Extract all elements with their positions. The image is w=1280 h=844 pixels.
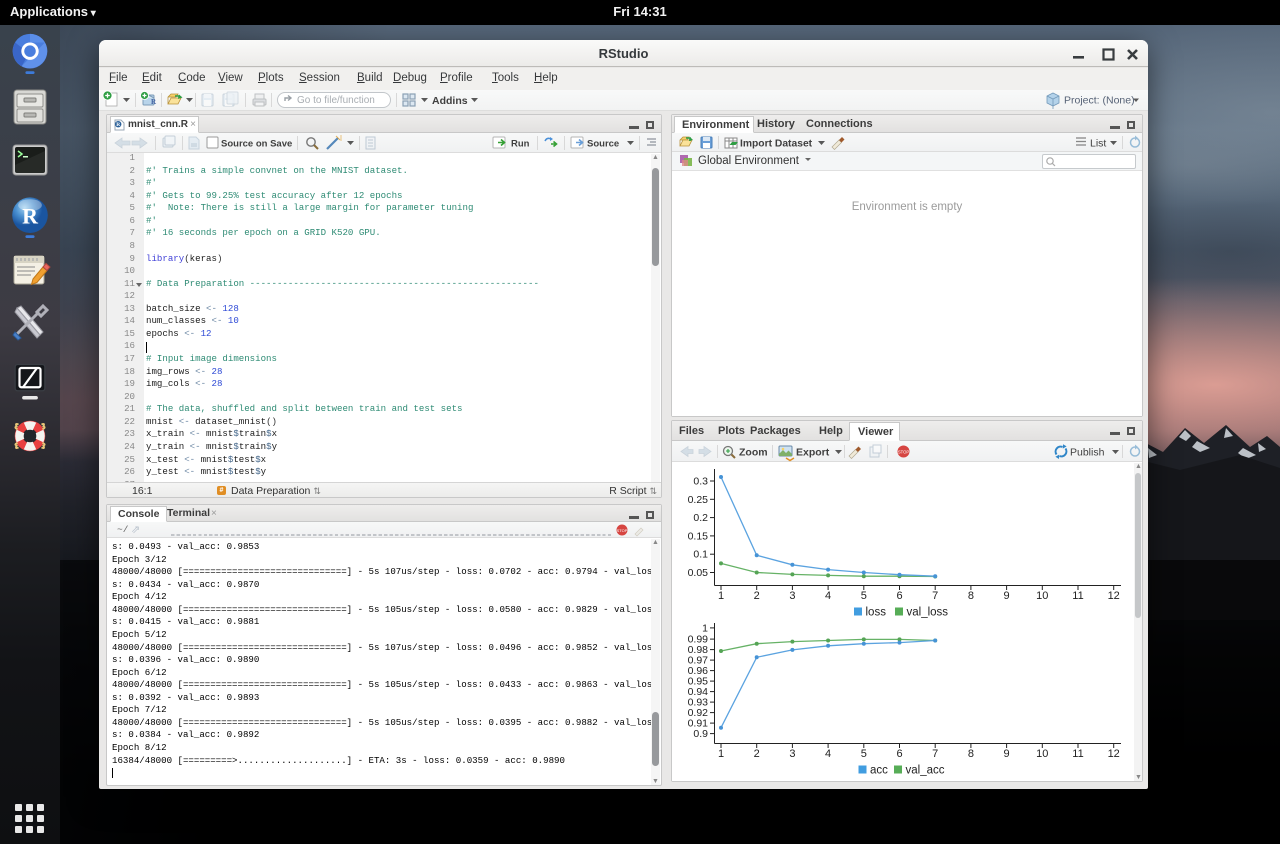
svg-text:Go to file/function: Go to file/function bbox=[297, 95, 375, 106]
svg-text:0.15: 0.15 bbox=[688, 530, 709, 542]
svg-text:3: 3 bbox=[789, 748, 795, 760]
svg-text:Project: (None): Project: (None) bbox=[1064, 95, 1135, 107]
svg-text:Export: Export bbox=[796, 447, 830, 459]
svg-text:9: 9 bbox=[1004, 590, 1010, 602]
svg-text:0.2: 0.2 bbox=[693, 512, 708, 524]
svg-text:1: 1 bbox=[718, 590, 724, 602]
svg-text:loss: loss bbox=[866, 607, 887, 619]
svg-text:7: 7 bbox=[932, 748, 938, 760]
svg-text:R: R bbox=[22, 203, 39, 228]
svg-text:1: 1 bbox=[718, 748, 724, 760]
svg-text:6: 6 bbox=[896, 590, 902, 602]
svg-text:2: 2 bbox=[754, 748, 760, 760]
svg-text:val_loss: val_loss bbox=[907, 607, 949, 619]
svg-text:4: 4 bbox=[825, 748, 831, 760]
svg-text:Addins: Addins bbox=[432, 95, 468, 107]
svg-text:4: 4 bbox=[825, 590, 831, 602]
svg-text:R: R bbox=[151, 98, 157, 106]
svg-text:6: 6 bbox=[896, 748, 902, 760]
svg-text:Zoom: Zoom bbox=[739, 447, 768, 459]
svg-text:1: 1 bbox=[702, 622, 708, 634]
svg-text:8: 8 bbox=[968, 748, 974, 760]
svg-text:STOP: STOP bbox=[617, 528, 628, 533]
svg-text:9: 9 bbox=[1004, 748, 1010, 760]
svg-text:5: 5 bbox=[861, 748, 867, 760]
svg-text:Source on Save: Source on Save bbox=[221, 139, 292, 150]
svg-text:STOP: STOP bbox=[898, 450, 910, 455]
svg-text:12: 12 bbox=[1108, 590, 1120, 602]
svg-text:List: List bbox=[1090, 138, 1106, 150]
svg-text:8: 8 bbox=[968, 590, 974, 602]
svg-text:0.25: 0.25 bbox=[688, 494, 709, 506]
svg-text:11: 11 bbox=[1072, 590, 1083, 602]
svg-text:3: 3 bbox=[789, 590, 795, 602]
svg-text:5: 5 bbox=[861, 590, 867, 602]
svg-text:Source: Source bbox=[587, 139, 619, 150]
svg-text:12: 12 bbox=[1108, 748, 1120, 760]
svg-text:0.3: 0.3 bbox=[693, 476, 708, 488]
svg-text:Import Dataset: Import Dataset bbox=[740, 139, 813, 150]
svg-text:0.05: 0.05 bbox=[688, 567, 709, 579]
svg-text:acc: acc bbox=[870, 765, 888, 777]
svg-text:2: 2 bbox=[754, 590, 760, 602]
svg-text:11: 11 bbox=[1072, 748, 1083, 760]
svg-text:0.1: 0.1 bbox=[693, 549, 708, 561]
svg-text:10: 10 bbox=[1036, 748, 1048, 760]
svg-text:Run: Run bbox=[511, 139, 530, 150]
svg-text:Publish: Publish bbox=[1070, 447, 1105, 459]
svg-text:0.9: 0.9 bbox=[693, 728, 708, 740]
svg-text:val_acc: val_acc bbox=[906, 765, 945, 777]
svg-text:7: 7 bbox=[932, 590, 938, 602]
svg-text:10: 10 bbox=[1036, 590, 1048, 602]
